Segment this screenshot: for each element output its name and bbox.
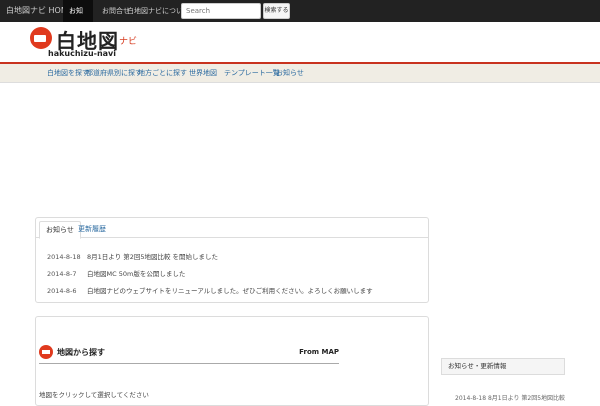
news-date: 2014-8-6: [47, 287, 77, 295]
news-tab-panel: お知らせ 更新履歴 2014-8-18 8月1日より 第2回5地図比較 を開始しま…: [35, 217, 429, 303]
site-logo[interactable]: 白地図 ナビ hakuchizu-navi: [30, 27, 140, 59]
logo-subtitle: hakuchizu-navi: [48, 49, 117, 58]
map-search-panel: 地図から探す From MAP 地図をクリックして選択してください: [35, 316, 429, 406]
map-section-description: 地図をクリックして選択してください: [39, 391, 149, 399]
news-text: 白地図MC 50m版を公開しました: [87, 270, 186, 278]
sidebar-news-item[interactable]: 2014-8-18 8月1日より 第2回5地図比較: [455, 393, 565, 402]
menu-item-news[interactable]: お知らせ: [276, 64, 304, 83]
tab-history[interactable]: 更新履歴: [72, 221, 112, 239]
menu-item-prefecture[interactable]: 都道府県別に探す: [86, 64, 142, 83]
japan-map-icon: [30, 27, 52, 49]
menu-item-region[interactable]: 地方ごとに探す: [138, 64, 187, 83]
top-navbar: 白地図ナビ HOME お知らせ お問合せ 白地図ナビについて ▾ 検索する: [0, 0, 600, 37]
nav-item-news[interactable]: お知らせ: [63, 0, 93, 37]
main-menu: 白地図を探す 都道府県別に探す 地方ごとに探す 世界地図 テンプレート一覧 お知…: [0, 62, 600, 83]
map-section-header: 地図から探す From MAP: [39, 345, 339, 364]
menu-item-world[interactable]: 世界地図: [189, 64, 217, 83]
news-text: 8月1日より 第2回5地図比較 を開始しました: [87, 253, 219, 261]
news-item[interactable]: 2014-8-7 白地図MC 50m版を公開しました: [47, 268, 185, 278]
search-input[interactable]: [181, 3, 261, 19]
news-item[interactable]: 2014-8-18 8月1日より 第2回5地図比較 を開始しました: [47, 251, 218, 261]
search-button[interactable]: 検索する: [263, 3, 290, 19]
menu-item-search-map[interactable]: 白地図を探す: [47, 64, 89, 83]
news-item[interactable]: 2014-8-6 白地図ナビのウェブサイトをリニューアルしました。ぜひご利用くださ…: [47, 285, 373, 295]
map-section-from: From MAP: [299, 348, 339, 356]
news-text: 白地図ナビのウェブサイトをリニューアルしました。ぜひご利用ください。よろしくお願…: [87, 287, 373, 295]
menu-item-templates[interactable]: テンプレート一覧: [224, 64, 280, 83]
logo-navi: ナビ: [119, 37, 138, 47]
tab-strip: お知らせ 更新履歴: [36, 218, 428, 239]
news-date: 2014-8-7: [47, 270, 77, 278]
japan-map-icon: [39, 345, 53, 359]
sidebar-news-heading: お知らせ・更新情報: [441, 358, 565, 375]
news-date: 2014-8-18: [47, 253, 81, 261]
map-section-title: 地図から探す: [57, 348, 105, 357]
